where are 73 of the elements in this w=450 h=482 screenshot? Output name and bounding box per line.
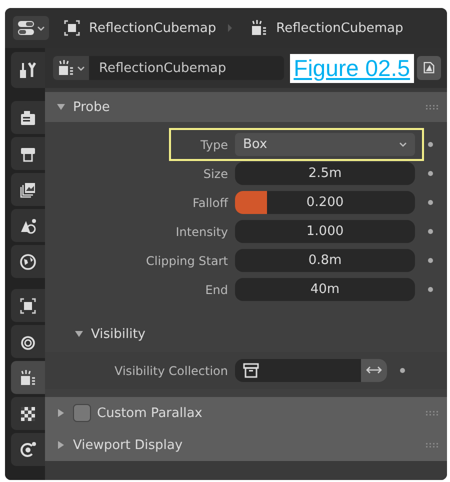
checkbox[interactable]: [73, 404, 91, 422]
panel-title: Custom Parallax: [97, 406, 204, 420]
field-value: 0.200: [306, 195, 344, 210]
properties-tab[interactable]: [11, 397, 45, 430]
panel-header[interactable]: Custom Parallax: [45, 397, 447, 429]
drag-grip-icon[interactable]: [425, 410, 439, 416]
keyframe-dot[interactable]: [400, 368, 405, 373]
panel-header[interactable]: Viewport Display: [45, 429, 447, 461]
probe-icon: [250, 19, 268, 37]
drag-grip-icon[interactable]: [425, 104, 439, 110]
archive-icon: [243, 362, 259, 378]
subpanel-title: Visibility: [91, 326, 146, 342]
keyframe-dot[interactable]: [428, 287, 433, 292]
slider-field[interactable]: 0.200: [235, 191, 415, 214]
object-icon: [19, 296, 37, 314]
number-field[interactable]: 1.000: [235, 220, 415, 243]
expanded-triangle-icon[interactable]: [57, 103, 65, 111]
properties-tab[interactable]: [11, 101, 45, 134]
field-label: Intensity: [174, 224, 229, 238]
checker-icon: [19, 404, 37, 422]
object-icon: [63, 19, 81, 37]
expanded-triangle-icon[interactable]: [75, 330, 83, 338]
keyframe-dot[interactable]: [428, 142, 433, 147]
properties-tab[interactable]: [11, 325, 45, 358]
collection-field[interactable]: [235, 359, 387, 382]
editor-type-button[interactable]: [13, 16, 49, 40]
wrench-icon: [19, 61, 37, 79]
number-field[interactable]: 0.8m: [235, 249, 415, 272]
number-field[interactable]: 2.5m: [235, 162, 415, 185]
probe-icon: [19, 368, 37, 386]
panel-header[interactable]: Probe: [45, 92, 447, 122]
breadcrumb-object[interactable]: ReflectionCubemap: [89, 20, 216, 36]
fake-user-icon: [422, 61, 436, 75]
subpanel-header[interactable]: Visibility: [45, 320, 447, 348]
keyframe-dot[interactable]: [428, 229, 433, 234]
caret-icon: [399, 141, 407, 148]
properties-tab[interactable]: [11, 173, 45, 206]
properties-tab[interactable]: [11, 361, 45, 394]
probe-icon: [57, 59, 75, 77]
scene-icon: [19, 216, 37, 234]
properties-tab[interactable]: [11, 209, 45, 242]
field-label: Clipping Start: [145, 254, 229, 268]
properties-tab[interactable]: [11, 137, 45, 170]
properties-tab[interactable]: [11, 433, 45, 466]
collapsed-triangle-icon[interactable]: [57, 441, 65, 449]
field-label: End: [204, 282, 229, 296]
field-label: Falloff: [192, 196, 230, 210]
breadcrumb-separator-icon: [228, 24, 232, 32]
breadcrumb-data[interactable]: ReflectionCubemap: [276, 20, 404, 36]
keyframe-dot[interactable]: [428, 171, 433, 176]
editor-type-icon: [17, 19, 35, 37]
number-field[interactable]: 40m: [235, 278, 415, 301]
dropdown[interactable]: Box: [235, 133, 415, 156]
drag-grip-icon[interactable]: [425, 442, 439, 448]
swap-button[interactable]: [361, 359, 387, 382]
fake-user-button[interactable]: [417, 56, 441, 80]
caret-icon: [37, 24, 45, 32]
constraint-icon: [19, 440, 37, 458]
field-label: Type: [199, 138, 229, 152]
datablock-name: ReflectionCubemap: [98, 60, 226, 76]
panel-title: Viewport Display: [73, 438, 184, 452]
collapsed-triangle-icon[interactable]: [57, 409, 65, 417]
keyframe-dot[interactable]: [428, 200, 433, 205]
field-label: Size: [202, 166, 229, 180]
image-stack-icon: [19, 180, 37, 198]
properties-tab[interactable]: [11, 245, 45, 278]
panel-title: Probe: [73, 100, 111, 114]
keyframe-dot[interactable]: [428, 258, 433, 263]
field-label: Visibility Collection: [114, 364, 229, 378]
properties-tab[interactable]: [11, 52, 45, 88]
datablock-field[interactable]: ReflectionCubemap: [53, 56, 284, 80]
caret-icon: [77, 64, 85, 72]
properties-tab[interactable]: [11, 289, 45, 322]
